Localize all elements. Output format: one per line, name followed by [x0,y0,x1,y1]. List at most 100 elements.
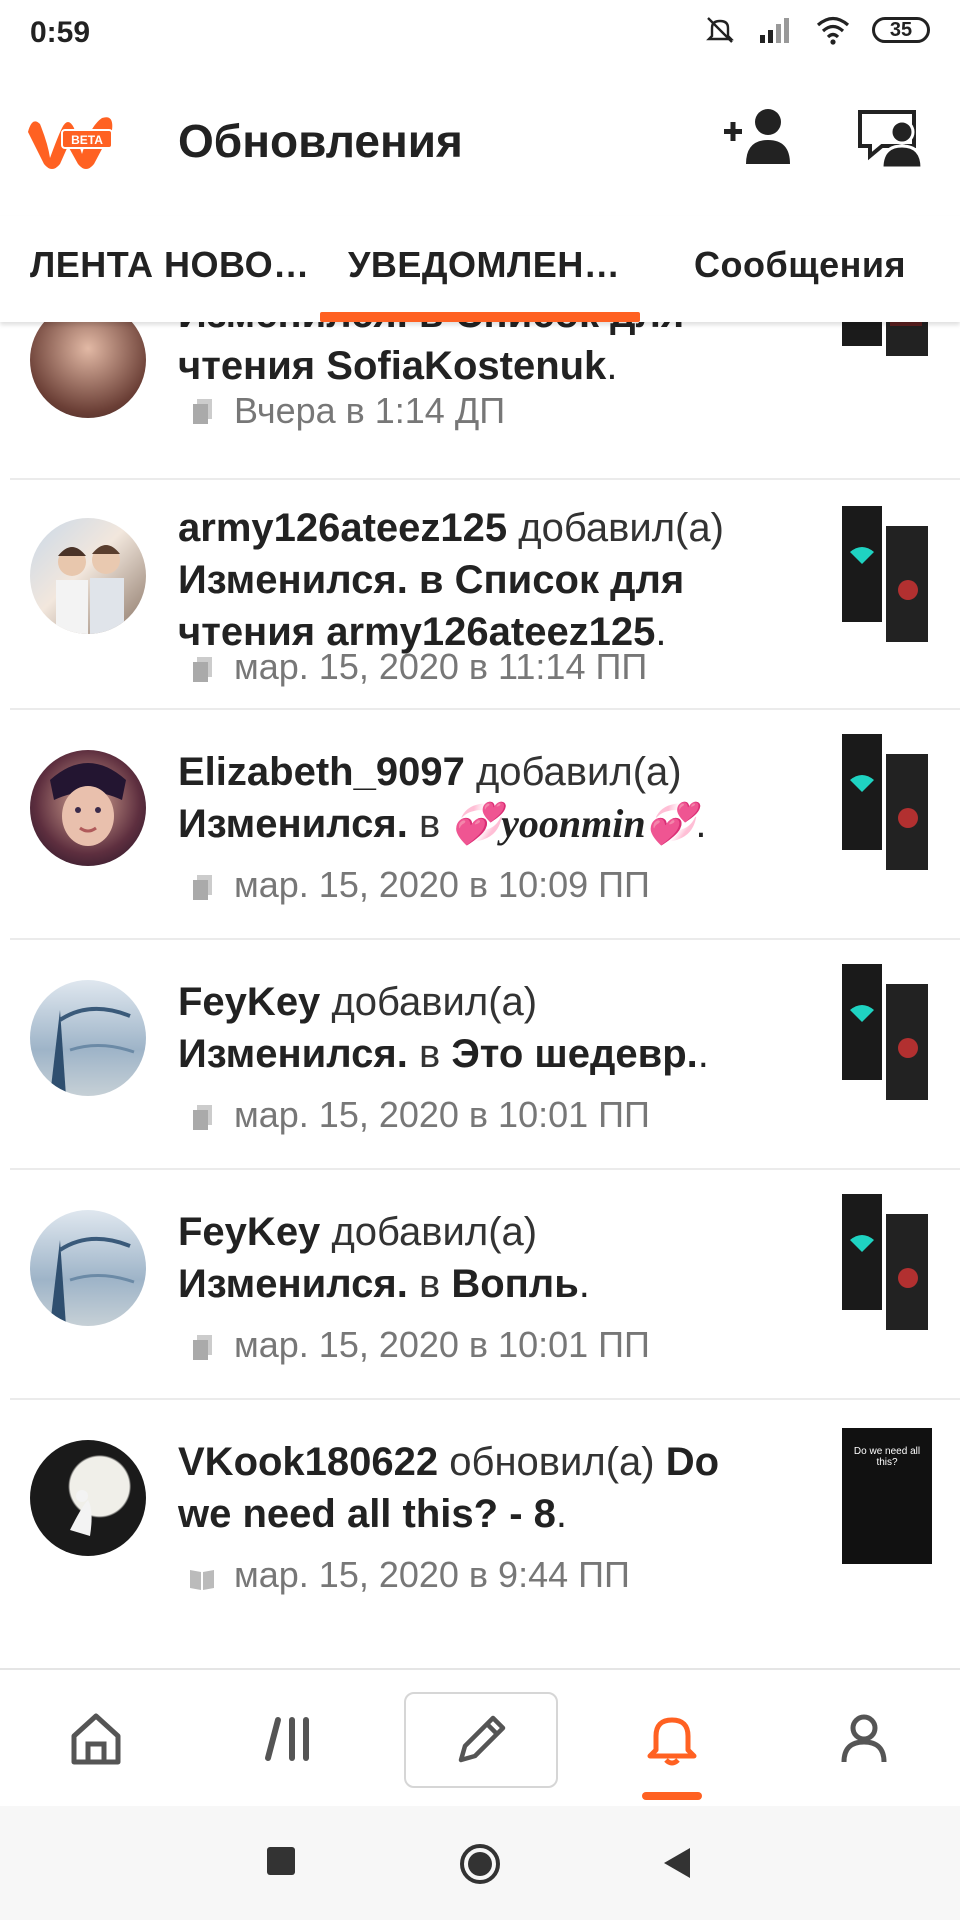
avatar-image [50,763,126,846]
bottom-navigation [0,1668,960,1808]
story-cover-thumbnail[interactable] [842,322,932,398]
reading-list-name[interactable]: Вопль [451,1262,578,1306]
reading-list-name[interactable]: 💞yoonmin💞 [451,801,695,846]
notification-text: FeyKey добавил(а) Изменился. в Это шедев… [178,980,709,1076]
story-title[interactable]: Изменился. [178,802,408,846]
recents-icon[interactable] [266,1846,296,1876]
notification-line: Изменился. в Список для [178,322,808,340]
action-verb: добавил(а) [518,506,724,550]
home-icon [71,1713,121,1765]
library-icon [265,1717,309,1761]
notification-text: army126ateez125 добавил(а) Изменился. в … [178,502,808,658]
preposition: в [418,1262,441,1306]
signal-icon [760,18,789,43]
username[interactable]: army126ateez125 [178,506,507,550]
book-icon [190,1570,214,1590]
timestamp: мар. 15, 2020 в 11:14 ПП [234,646,648,687]
notifications-button[interactable] [632,1698,712,1778]
user-avatar[interactable] [30,518,146,634]
story-title[interactable]: Изменился. [178,1262,408,1306]
write-button[interactable] [404,1692,558,1788]
timestamp: мар. 15, 2020 в 9:44 ПП [234,1554,630,1595]
story-title[interactable]: Изменился. [178,1032,408,1076]
preposition: в [418,1032,441,1076]
action-verb: добавил(а) [475,750,682,794]
story-and-list[interactable]: Изменился. в Список для [178,554,808,606]
story-icon [193,1335,212,1360]
home-button[interactable] [56,1698,136,1778]
status-icons: 35 [704,14,930,46]
avatar-image [50,1236,135,1326]
story-icon [193,875,212,900]
back-icon[interactable] [662,1846,692,1880]
story-cover-thumbnail[interactable] [842,734,932,870]
active-tab-indicator [320,312,640,322]
notification-item[interactable]: FeyKey добавил(а) Изменился. в Вопль. ма… [0,1170,960,1400]
timestamp: Вчера в 1:14 ДП [234,390,506,431]
home-system-icon[interactable] [458,1842,502,1886]
preposition: в [418,802,441,846]
user-avatar[interactable] [30,980,146,1096]
tab-notifications[interactable]: УВЕДОМЛЕН… [348,244,620,286]
story-cover-thumbnail[interactable] [842,506,932,642]
logo-badge: BETA [71,133,103,147]
app-bar: BETA Обновления [0,66,960,216]
story-cover-thumbnail[interactable] [842,1194,932,1330]
notification-text: FeyKey добавил(а) Изменился. в Вопль. [178,1210,590,1306]
username[interactable]: VKook180622 [178,1440,438,1484]
notification-item[interactable]: Изменился. в Список для чтения SofiaKost… [0,322,960,480]
page-title: Обновления [178,115,463,167]
cover-caption: Do we need all this? [853,1446,921,1468]
reading-list-name[interactable]: Это шедевр. [451,1032,697,1076]
story-title-part[interactable]: Do [666,1440,719,1484]
wattpad-logo[interactable]: BETA [22,102,118,174]
wifi-icon [816,16,850,45]
notification-item[interactable]: VKook180622 обновил(а) Do we need all th… [0,1400,960,1630]
user-avatar[interactable] [30,1440,146,1556]
timestamp: мар. 15, 2020 в 10:09 ПП [234,864,650,905]
user-avatar[interactable] [30,1210,146,1326]
username[interactable]: FeyKey [178,1210,320,1254]
notification-feed[interactable]: Изменился. в Список для чтения SofiaKost… [0,322,960,1666]
avatar-image [50,1006,135,1096]
story-cover-thumbnail[interactable]: Do we need all this? [842,1428,932,1564]
username[interactable]: Elizabeth_9097 [178,750,465,794]
tab-messages[interactable]: Сообщения [694,244,906,286]
action-verb: добавил(а) [331,980,538,1024]
notification-text: VKook180622 обновил(а) Do we need all th… [178,1440,720,1536]
tab-news-feed[interactable]: ЛЕНТА НОВО… [30,244,310,286]
timestamp: мар. 15, 2020 в 10:01 ПП [234,1094,650,1135]
messages-icon[interactable] [856,106,928,170]
system-navigation-bar [0,1806,960,1920]
timestamp: мар. 15, 2020 в 10:01 ПП [234,1324,650,1365]
bell-icon [647,1717,697,1766]
notification-item[interactable]: Elizabeth_9097 добавил(а) Изменился. в 💞… [0,710,960,940]
notification-text: Изменился. в Список для чтения SofiaKost… [178,322,808,392]
pencil-icon [458,1715,506,1763]
active-nav-indicator [642,1792,702,1800]
story-icon [193,657,212,682]
profile-button[interactable] [824,1698,904,1778]
notification-item[interactable]: army126ateez125 добавил(а) Изменился. в … [0,480,960,710]
add-friend-icon[interactable] [722,104,794,168]
status-bar: 0:59 35 [0,0,960,66]
reading-list-name[interactable]: чтения SofiaKostenuk [178,344,606,388]
user-avatar[interactable] [30,750,146,866]
action-verb: добавил(а) [331,1210,538,1254]
library-button[interactable] [250,1698,330,1778]
notification-text: Elizabeth_9097 добавил(а) Изменился. в 💞… [178,750,707,846]
user-avatar[interactable] [30,322,146,418]
profile-icon [841,1714,887,1763]
action-verb: обновил(а) [449,1440,655,1484]
story-icon [193,399,212,424]
story-title[interactable]: we need all this? - 8 [178,1492,556,1536]
tab-bar: ЛЕНТА НОВО… УВЕДОМЛЕН… Сообщения [0,216,960,322]
muted-bell-icon [706,17,734,43]
notification-item[interactable]: FeyKey добавил(а) Изменился. в Это шедев… [0,940,960,1170]
status-time: 0:59 [30,16,91,49]
battery-level: 35 [889,18,913,41]
avatar-image [70,1490,92,1536]
username[interactable]: FeyKey [178,980,320,1024]
story-cover-thumbnail[interactable] [842,964,932,1100]
story-icon [193,1105,212,1130]
